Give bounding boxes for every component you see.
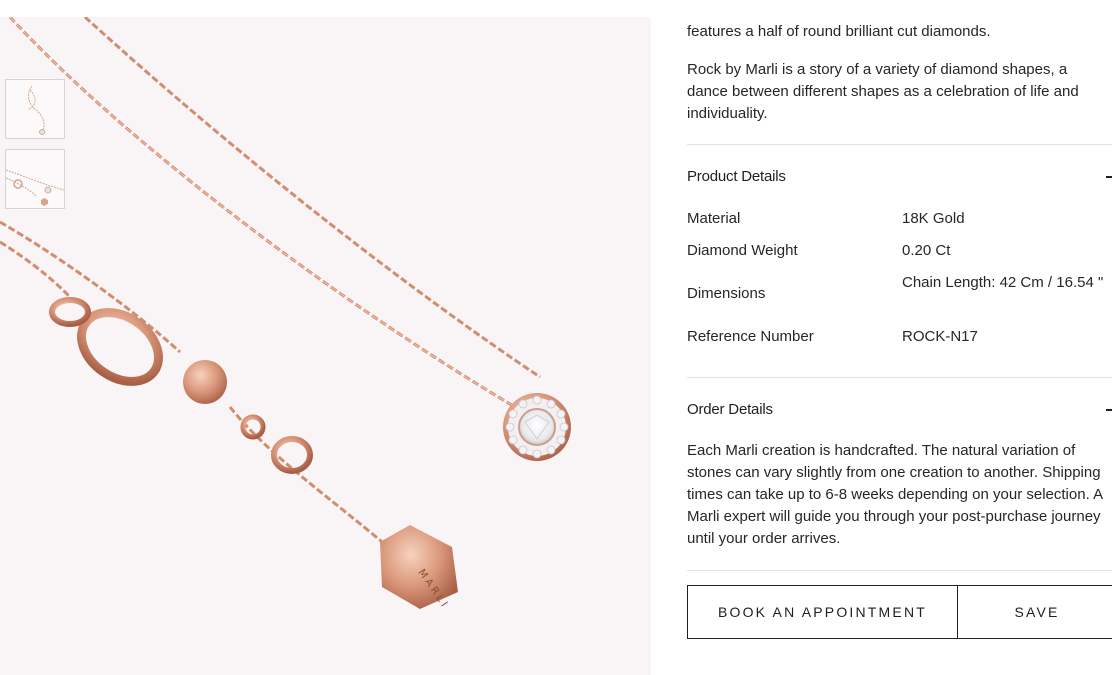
product-description-tail: features a half of round brilliant cut d…: [687, 23, 991, 40]
detail-value: ROCK-N17: [902, 328, 978, 345]
save-button[interactable]: SAVE: [957, 585, 1112, 639]
collapse-minus-icon[interactable]: [1106, 176, 1112, 178]
order-details-accordion-header[interactable]: Order Details: [687, 399, 1112, 429]
product-description: Rock by Marli is a story of a variety of…: [687, 61, 1079, 122]
divider: [687, 144, 1112, 145]
thumbnail-list: [5, 79, 65, 219]
order-details-text: Each Marli creation is handcrafted. The …: [687, 442, 1103, 547]
necklace-thumbnail-2[interactable]: [5, 149, 65, 209]
detail-label: Reference Number: [687, 328, 814, 345]
product-details-title: Product Details: [687, 168, 786, 185]
detail-label: Diamond Weight: [687, 242, 798, 259]
detail-value: 0.20 Ct: [902, 242, 951, 259]
detail-value: 18K Gold: [902, 210, 965, 227]
detail-label: Material: [687, 210, 741, 227]
collapse-minus-icon[interactable]: [1106, 409, 1112, 411]
product-details-accordion-header[interactable]: Product Details: [687, 166, 1112, 196]
necklace-thumbnail-image: [6, 169, 64, 206]
divider: [687, 377, 1112, 378]
detail-label: Dimensions: [687, 285, 766, 302]
necklace-thumbnail-image: [27, 85, 45, 135]
order-details-title: Order Details: [687, 401, 773, 418]
product-image-gallery: MARLI: [0, 17, 651, 675]
necklace-product-image: MARLI: [0, 17, 571, 611]
divider: [687, 570, 1112, 571]
detail-value: Chain Length: 42 Cm / 16.54 ": [902, 274, 1104, 291]
book-appointment-button[interactable]: BOOK AN APPOINTMENT: [687, 585, 958, 639]
necklace-thumbnail-1[interactable]: [5, 79, 65, 139]
